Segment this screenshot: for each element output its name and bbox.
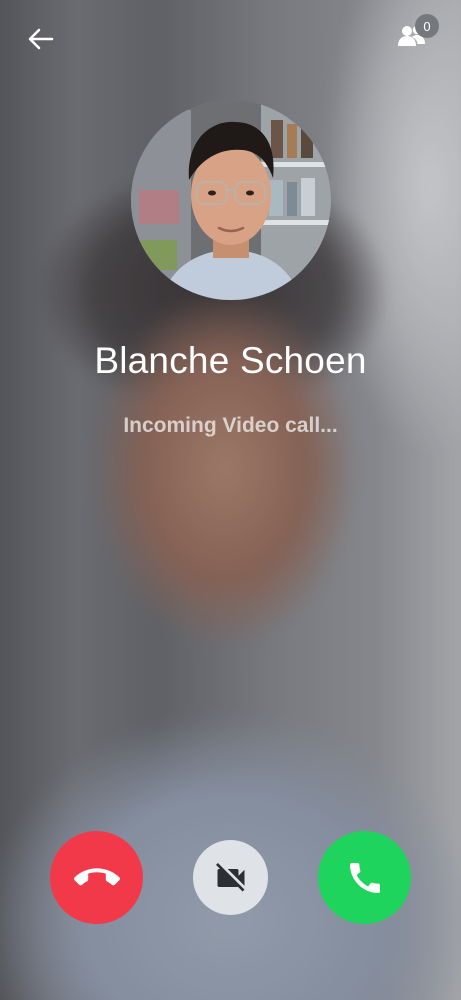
call-status-text: Incoming Video call... — [123, 414, 338, 437]
participants-count-badge: 0 — [415, 14, 439, 38]
phone-icon — [349, 862, 380, 893]
participants-button[interactable]: 0 — [389, 14, 441, 54]
caller-name: Blanche Schoen — [94, 340, 367, 381]
avatar-photo — [131, 100, 331, 300]
phone-hangup-icon — [73, 867, 120, 885]
decline-call-button[interactable] — [50, 831, 143, 924]
video-off-icon — [215, 862, 244, 891]
accept-call-button[interactable] — [318, 831, 411, 924]
caller-avatar — [131, 100, 331, 300]
arrow-left-icon — [28, 28, 54, 50]
back-button[interactable] — [22, 20, 60, 58]
call-screen: 0 Blanche Schoen Incoming Video call... — [0, 0, 461, 1000]
toggle-video-button[interactable] — [193, 840, 268, 915]
